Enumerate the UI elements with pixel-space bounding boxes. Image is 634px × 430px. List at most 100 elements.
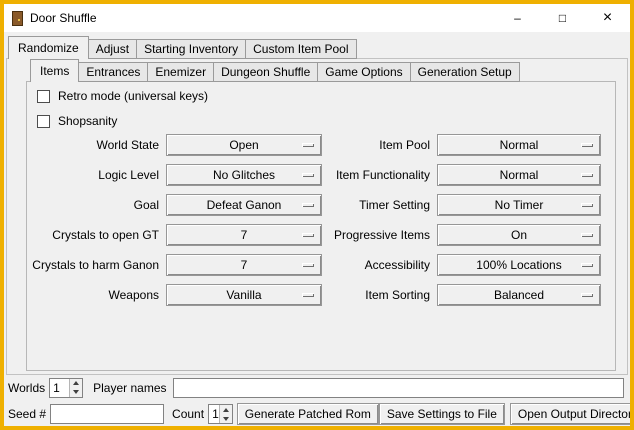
titlebar: Door Shuffle – □ × — [4, 4, 630, 32]
dropdown-value: Normal — [500, 138, 539, 152]
item-pool-label: Item Pool — [329, 138, 430, 152]
dropdown-indicator-icon — [302, 263, 314, 267]
worlds-label: Worlds — [8, 381, 45, 395]
maximize-icon: □ — [559, 11, 566, 25]
dropdown-value: 7 — [241, 228, 248, 242]
timer-setting-dropdown[interactable]: No Timer — [437, 194, 601, 216]
outer-tab-bar: Randomize Adjust Starting Inventory Cust… — [8, 36, 356, 59]
inner-tab-bar: Items Entrances Enemizer Dungeon Shuffle… — [30, 59, 519, 82]
action-row: Seed # Count 1 Generate Patched Rom Save… — [8, 403, 624, 425]
dropdown-indicator-icon — [581, 263, 593, 267]
open-output-directory-button[interactable]: Open Output Directory — [510, 403, 634, 425]
player-names-input[interactable] — [173, 378, 625, 398]
dropdown-indicator-icon — [302, 143, 314, 147]
tab-entrances[interactable]: Entrances — [78, 62, 148, 82]
dropdown-value: No Timer — [495, 198, 544, 212]
goal-dropdown[interactable]: Defeat Ganon — [166, 194, 322, 216]
seed-input[interactable] — [50, 404, 164, 424]
tab-starting-inventory[interactable]: Starting Inventory — [136, 39, 246, 59]
generate-patched-rom-button[interactable]: Generate Patched Rom — [237, 403, 379, 425]
dropdown-value: Balanced — [494, 288, 544, 302]
maximize-button[interactable]: □ — [540, 4, 585, 32]
dropdown-value: 100% Locations — [476, 258, 561, 272]
tab-game-options[interactable]: Game Options — [317, 62, 410, 82]
dropdown-value: No Glitches — [213, 168, 275, 182]
spin-arrows — [219, 405, 232, 423]
door-shuffle-window: Door Shuffle – □ × Randomize Adjust Star… — [0, 0, 634, 430]
crystals-ganon-dropdown[interactable]: 7 — [166, 254, 322, 276]
spin-down-icon[interactable] — [70, 388, 82, 397]
count-label: Count — [172, 407, 204, 421]
player-names-label: Player names — [93, 381, 166, 395]
weapons-dropdown[interactable]: Vanilla — [166, 284, 322, 306]
checkbox-box-icon[interactable] — [37, 115, 50, 128]
item-sorting-label: Item Sorting — [329, 288, 430, 302]
dropdown-indicator-icon — [302, 203, 314, 207]
spin-up-icon[interactable] — [220, 405, 232, 414]
weapons-label: Weapons — [32, 288, 159, 302]
dropdown-indicator-icon — [302, 293, 314, 297]
progressive-items-dropdown[interactable]: On — [437, 224, 601, 246]
shopsanity-checkbox[interactable]: Shopsanity — [37, 113, 117, 129]
dropdown-value: Normal — [500, 168, 539, 182]
window-content: Randomize Adjust Starting Inventory Cust… — [4, 32, 630, 426]
goal-label: Goal — [32, 198, 159, 212]
window-controls: – □ × — [495, 4, 630, 32]
app-icon — [12, 11, 23, 26]
crystals-gt-label: Crystals to open GT — [32, 228, 159, 242]
spin-arrows — [69, 379, 82, 397]
world-state-dropdown[interactable]: Open — [166, 134, 322, 156]
dropdown-indicator-icon — [581, 293, 593, 297]
tab-adjust[interactable]: Adjust — [88, 39, 137, 59]
tab-dungeon-shuffle[interactable]: Dungeon Shuffle — [213, 62, 318, 82]
crystals-ganon-label: Crystals to harm Ganon — [32, 258, 159, 272]
spin-down-icon[interactable] — [220, 414, 232, 423]
window-title: Door Shuffle — [30, 11, 97, 25]
shopsanity-label: Shopsanity — [58, 114, 117, 128]
count-value: 1 — [209, 405, 219, 423]
dropdown-value: Defeat Ganon — [207, 198, 282, 212]
dropdown-indicator-icon — [581, 203, 593, 207]
item-pool-dropdown[interactable]: Normal — [437, 134, 601, 156]
save-settings-button[interactable]: Save Settings to File — [379, 403, 505, 425]
tab-generation-setup[interactable]: Generation Setup — [410, 62, 520, 82]
dropdown-value: Vanilla — [226, 288, 261, 302]
dropdown-indicator-icon — [581, 233, 593, 237]
accessibility-label: Accessibility — [329, 258, 430, 272]
dropdown-indicator-icon — [581, 173, 593, 177]
logic-level-label: Logic Level — [32, 168, 159, 182]
retro-mode-checkbox[interactable]: Retro mode (universal keys) — [37, 88, 208, 104]
count-spinner[interactable]: 1 — [208, 404, 233, 424]
checkbox-box-icon[interactable] — [37, 90, 50, 103]
close-icon: × — [603, 10, 612, 26]
dropdown-indicator-icon — [581, 143, 593, 147]
tab-items[interactable]: Items — [30, 59, 79, 82]
dropdown-indicator-icon — [302, 173, 314, 177]
multiworld-row: Worlds 1 Player names — [8, 377, 624, 398]
retro-mode-label: Retro mode (universal keys) — [58, 89, 208, 103]
tab-randomize[interactable]: Randomize — [8, 36, 89, 59]
dropdown-value: Open — [229, 138, 258, 152]
close-button[interactable]: × — [585, 4, 630, 32]
progressive-items-label: Progressive Items — [329, 228, 430, 242]
minimize-button[interactable]: – — [495, 4, 540, 32]
item-sorting-dropdown[interactable]: Balanced — [437, 284, 601, 306]
dropdown-value: 7 — [241, 258, 248, 272]
tab-custom-item-pool[interactable]: Custom Item Pool — [245, 39, 356, 59]
item-functionality-dropdown[interactable]: Normal — [437, 164, 601, 186]
tab-enemizer[interactable]: Enemizer — [147, 62, 214, 82]
settings-grid: World State Open Item Pool Normal Logic … — [32, 134, 601, 306]
world-state-label: World State — [32, 138, 159, 152]
timer-setting-label: Timer Setting — [329, 198, 430, 212]
items-pane: Retro mode (universal keys) Shopsanity W… — [26, 81, 616, 371]
worlds-spinner[interactable]: 1 — [49, 378, 83, 398]
crystals-gt-dropdown[interactable]: 7 — [166, 224, 322, 246]
minimize-icon: – — [514, 11, 521, 25]
spin-up-icon[interactable] — [70, 379, 82, 388]
logic-level-dropdown[interactable]: No Glitches — [166, 164, 322, 186]
worlds-value: 1 — [50, 379, 69, 397]
dropdown-indicator-icon — [302, 233, 314, 237]
item-functionality-label: Item Functionality — [329, 168, 430, 182]
dropdown-value: On — [511, 228, 527, 242]
accessibility-dropdown[interactable]: 100% Locations — [437, 254, 601, 276]
